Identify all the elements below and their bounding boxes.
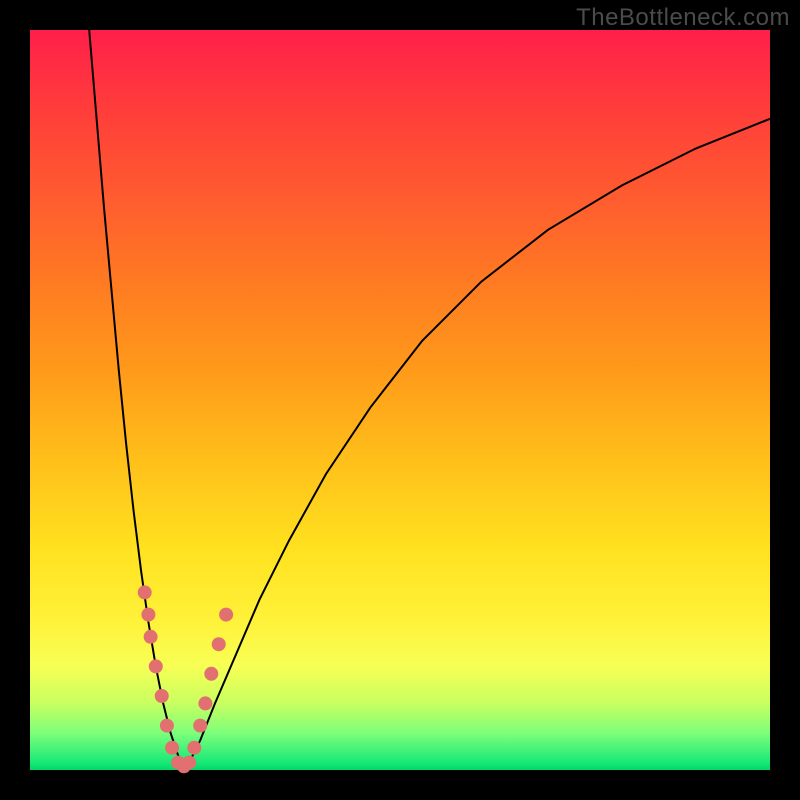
marker-point — [187, 741, 201, 755]
marker-point — [182, 756, 196, 770]
watermark-text: TheBottleneck.com — [576, 4, 790, 32]
marker-point — [204, 667, 218, 681]
marker-point — [141, 608, 155, 622]
series-left-branch — [89, 30, 185, 770]
marker-point — [219, 608, 233, 622]
marker-point — [160, 719, 174, 733]
marker-point — [155, 689, 169, 703]
marker-point — [165, 741, 179, 755]
marker-point — [193, 719, 207, 733]
series-right-branch — [185, 119, 770, 770]
chart-svg — [30, 30, 770, 770]
plot-area — [30, 30, 770, 770]
marker-point — [149, 659, 163, 673]
marker-point — [144, 630, 158, 644]
marker-point — [198, 696, 212, 710]
marker-point — [212, 637, 226, 651]
marker-point — [138, 585, 152, 599]
marker-group — [138, 585, 233, 773]
chart-frame: TheBottleneck.com — [0, 0, 800, 800]
